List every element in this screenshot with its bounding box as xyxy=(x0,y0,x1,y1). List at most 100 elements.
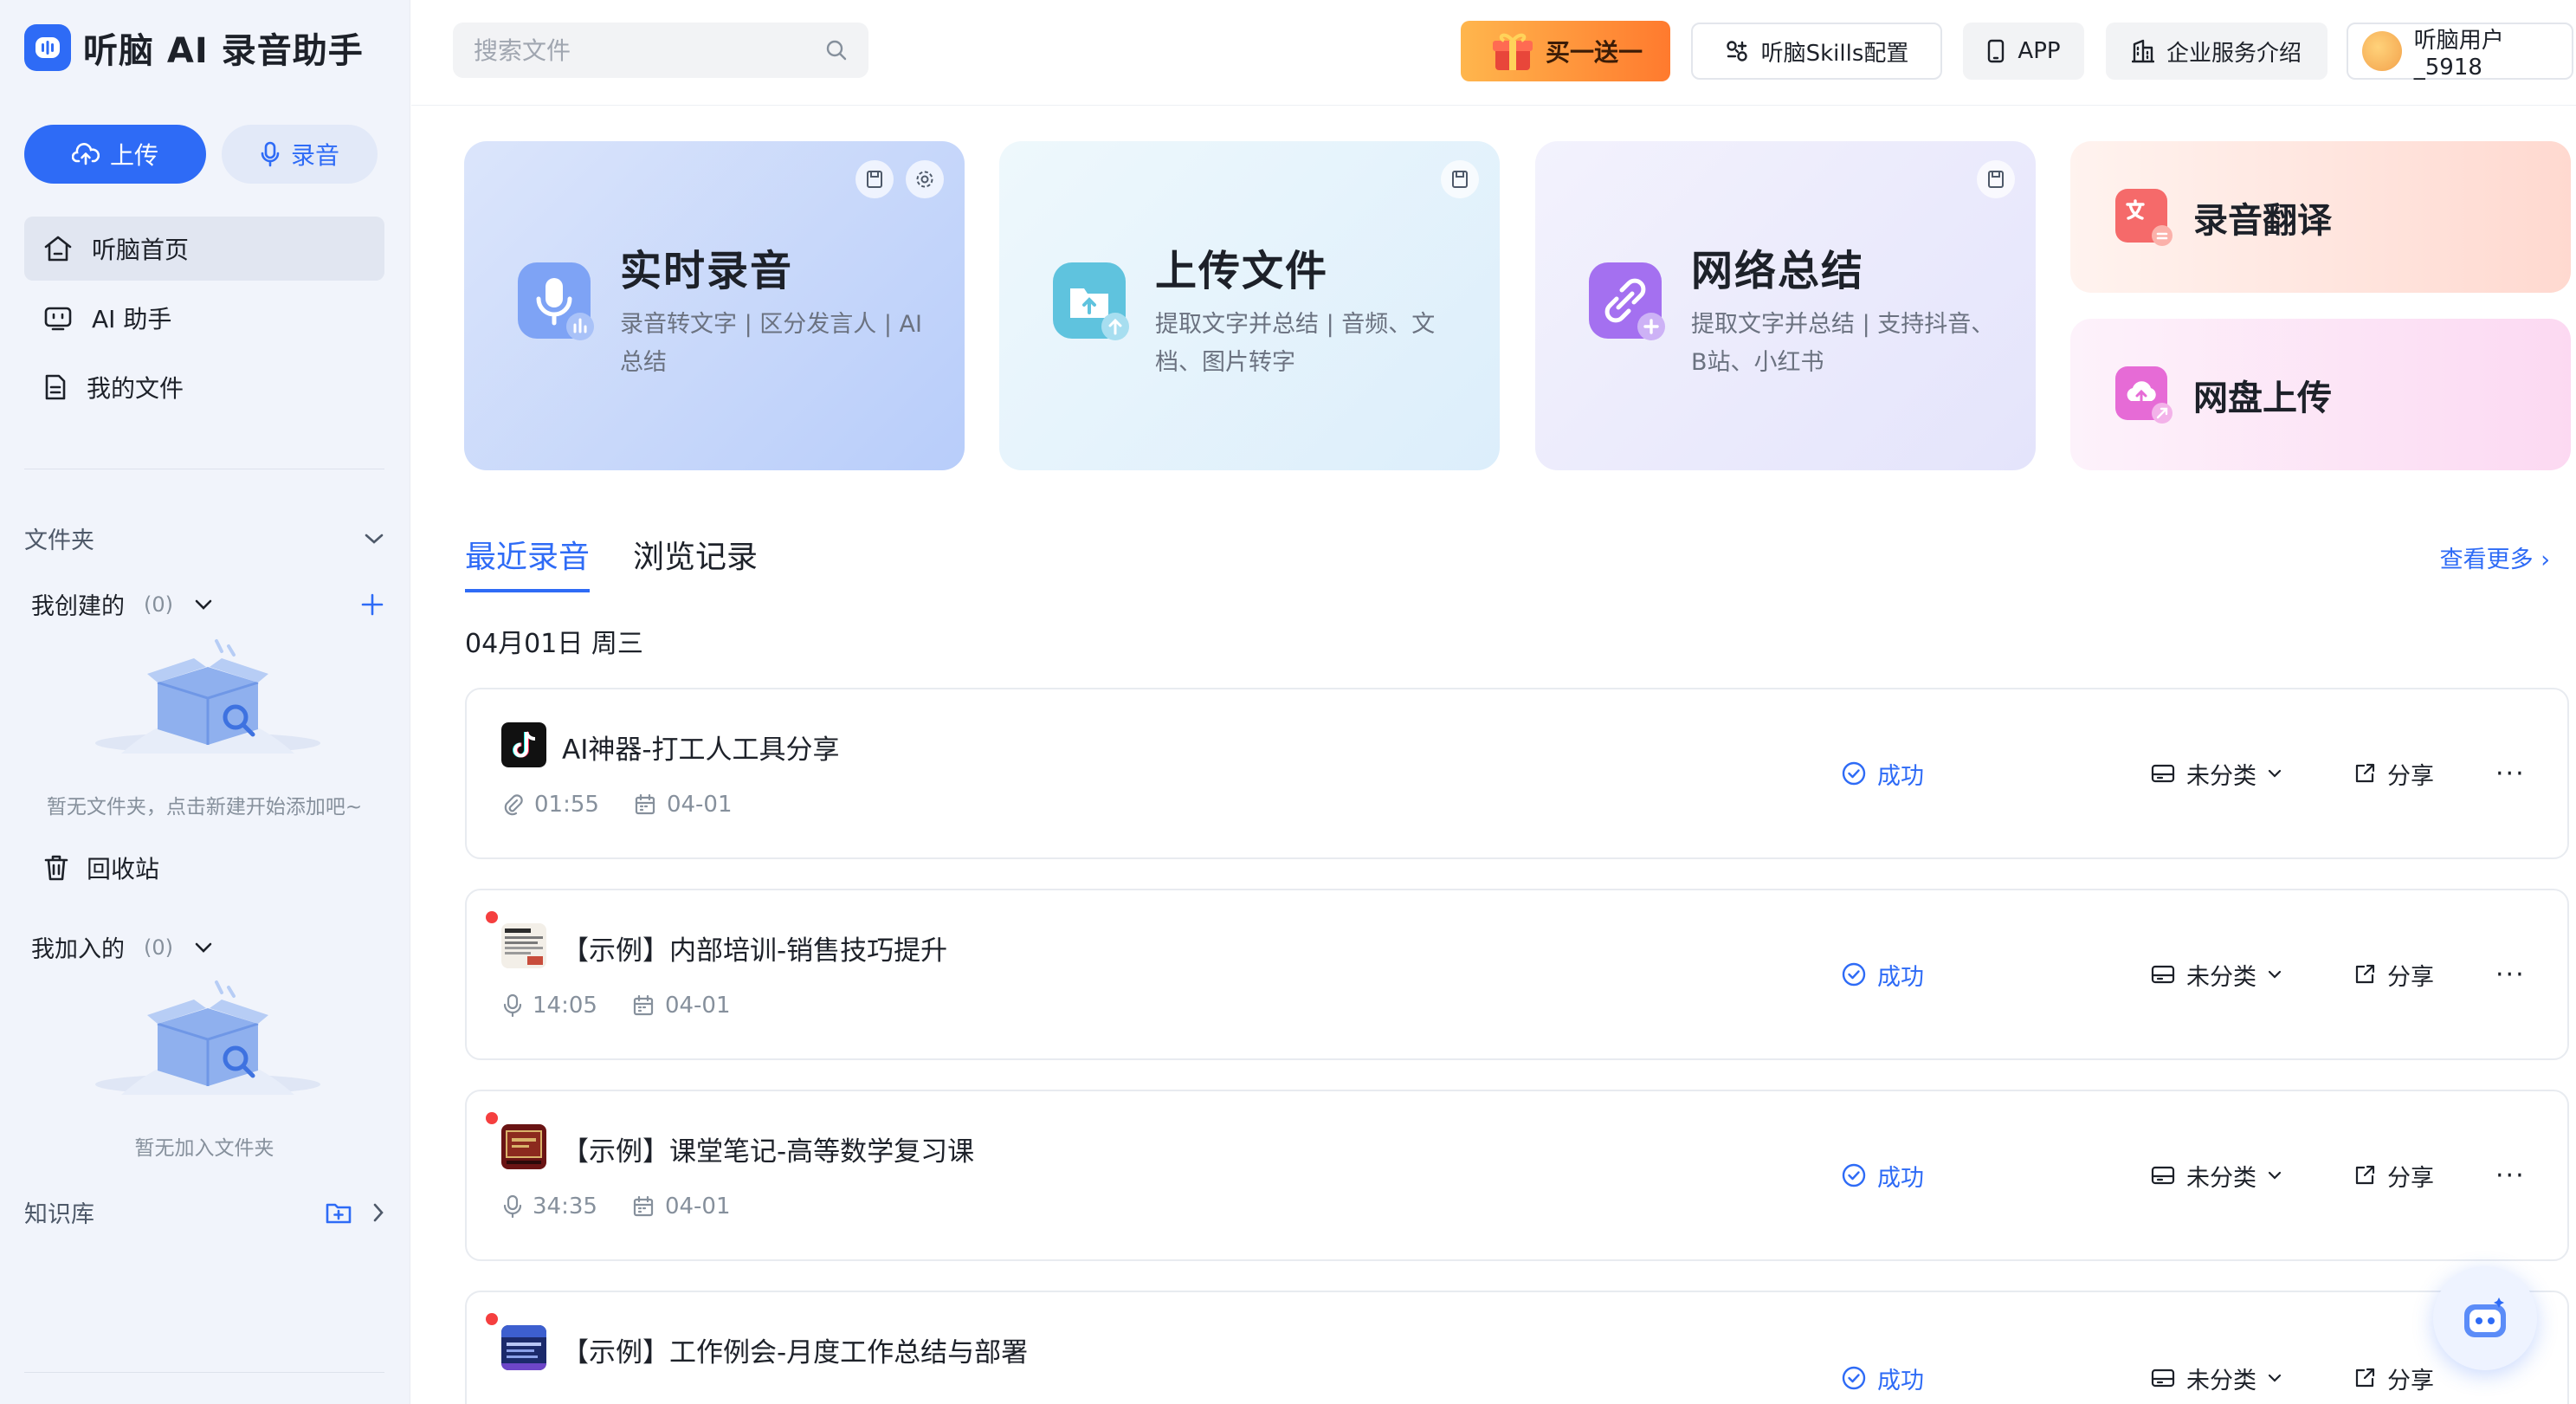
status-text: 成功 xyxy=(1877,1367,1924,1394)
feature-card-upload-file[interactable]: 上传文件 提取文字并总结 | 音频、文档、图片转字 xyxy=(999,141,1500,470)
file-row[interactable]: 【示例】内部培训-销售技巧提升 14:05 04-01 成功 未分类 分享 ··… xyxy=(465,889,2569,1060)
check-circle-icon xyxy=(1842,761,1866,786)
file-row[interactable]: 【示例】课堂笔记-高等数学复习课 34:35 04-01 成功 未分类 分享 ·… xyxy=(465,1090,2569,1261)
sidebar-bottom-divider xyxy=(24,1372,384,1373)
knowledge-base-header[interactable]: 知识库 xyxy=(24,1195,384,1229)
save-icon[interactable] xyxy=(1977,160,2015,198)
sidebar-item-recycle-bin[interactable]: 回收站 xyxy=(43,851,159,885)
category-label: 未分类 xyxy=(2186,963,2256,991)
category-select[interactable]: 未分类 xyxy=(2150,689,2282,857)
file-date: 04-01 xyxy=(664,993,731,1019)
category-label: 未分类 xyxy=(2186,1367,2256,1394)
cloud-upload-icon xyxy=(71,143,100,165)
file-date: 04-01 xyxy=(664,1194,731,1220)
more-icon[interactable]: ··· xyxy=(2495,1091,2526,1259)
link-icon xyxy=(1589,262,1665,340)
feature-card-recording-translation[interactable]: 录音翻译 xyxy=(2070,141,2571,293)
app-logo[interactable]: 听脑 AI 录音助手 xyxy=(24,23,364,73)
card-title: 实时录音 xyxy=(620,247,794,295)
enterprise-service-button[interactable]: 企业服务介绍 xyxy=(2106,23,2327,80)
chevron-down-icon[interactable] xyxy=(194,941,213,954)
check-circle-icon xyxy=(1842,1366,1866,1390)
record-label: 录音 xyxy=(290,141,339,170)
phone-icon xyxy=(1988,39,2005,63)
sidebar-item-my-files[interactable]: 我的文件 xyxy=(24,355,384,419)
chevron-right-icon[interactable] xyxy=(372,1202,384,1223)
gear-icon[interactable] xyxy=(906,160,944,198)
sidebar-item-home[interactable]: 听脑首页 xyxy=(24,217,384,281)
feature-card-netdisk-upload[interactable]: 网盘上传 xyxy=(2070,319,2571,470)
joined-folders-count: (0) xyxy=(144,935,173,960)
category-select[interactable]: 未分类 xyxy=(2150,890,2282,1058)
file-row[interactable]: AI神器-打工人工具分享 01:55 04-01 成功 未分类 分享 ··· xyxy=(465,688,2569,859)
ai-assistant-fab[interactable] xyxy=(2433,1266,2537,1370)
file-row[interactable]: 【示例】工作例会-月度工作总结与部署 成功 未分类 分享 xyxy=(465,1291,2569,1404)
microphone-icon xyxy=(503,1194,522,1219)
chevron-down-icon[interactable] xyxy=(364,533,384,545)
category-select[interactable]: 未分类 xyxy=(2150,1091,2282,1259)
microphone-icon xyxy=(261,141,280,167)
new-folder-icon[interactable] xyxy=(326,1201,352,1224)
category-select[interactable]: 未分类 xyxy=(2150,1292,2282,1404)
share-icon xyxy=(2355,1368,2375,1388)
skills-config-label: 听脑Skills配置 xyxy=(1760,40,1909,67)
file-duration: 14:05 xyxy=(533,993,597,1019)
top-bar: 买一送一 听脑Skills配置 APP 企业服务介绍 xyxy=(411,0,2576,106)
robot-icon xyxy=(2464,1297,2506,1337)
sidebar-nav: 听脑首页 AI 助手 我的文件 xyxy=(24,217,384,424)
date-group-label: 04月01日 周三 xyxy=(465,629,643,659)
share-button[interactable]: 分享 xyxy=(2353,1292,2434,1404)
upload-button[interactable]: 上传 xyxy=(24,125,206,184)
card-description: 提取文字并总结 | 音频、文档、图片转字 xyxy=(1155,311,1436,376)
more-icon[interactable]: ··· xyxy=(2495,890,2526,1058)
tab-recent-recordings[interactable]: 最近录音 xyxy=(465,532,591,592)
share-label: 分享 xyxy=(2387,963,2434,991)
app-download-button[interactable]: APP xyxy=(1963,23,2084,80)
card-title: 网盘上传 xyxy=(2193,378,2332,418)
gift-icon xyxy=(1492,33,1533,70)
created-folders-empty-text: 暂无文件夹，点击新建开始添加吧~ xyxy=(46,796,363,818)
more-icon[interactable]: ··· xyxy=(2495,689,2526,857)
folders-section-header[interactable]: 文件夹 xyxy=(24,521,384,555)
tab-browse-history[interactable]: 浏览记录 xyxy=(633,532,758,592)
file-duration: 01:55 xyxy=(534,792,599,818)
search-icon[interactable] xyxy=(825,39,848,61)
file-name[interactable]: AI神器-打工人工具分享 xyxy=(562,728,840,767)
calendar-icon xyxy=(635,793,655,815)
save-icon[interactable] xyxy=(855,160,894,198)
chevron-down-icon[interactable] xyxy=(194,598,213,611)
share-button[interactable]: 分享 xyxy=(2353,689,2434,857)
joined-folders-label: 我加入的 xyxy=(31,936,125,963)
search-box[interactable] xyxy=(453,23,868,78)
save-icon[interactable] xyxy=(1441,160,1479,198)
feature-card-web-summary[interactable]: 网络总结 提取文字并总结 | 支持抖音、B站、小红书 xyxy=(1535,141,2036,470)
status-badge: 成功 xyxy=(1841,890,1924,1058)
add-folder-icon[interactable] xyxy=(360,592,384,617)
card-tools xyxy=(1441,160,1479,198)
file-name[interactable]: 【示例】内部培训-销售技巧提升 xyxy=(562,928,947,967)
chevron-down-icon xyxy=(2268,1374,2282,1382)
file-name[interactable]: 【示例】课堂笔记-高等数学复习课 xyxy=(562,1129,974,1168)
recent-tabs: 最近录音 浏览记录 xyxy=(465,532,758,592)
search-input[interactable] xyxy=(474,36,803,65)
record-button[interactable]: 录音 xyxy=(222,125,378,184)
upload-folder-icon xyxy=(1053,262,1129,340)
calendar-icon xyxy=(633,994,654,1016)
category-label: 未分类 xyxy=(2186,762,2256,790)
sidebar-item-ai-assistant[interactable]: AI 助手 xyxy=(24,286,384,350)
user-menu[interactable]: 听脑用户_5918 xyxy=(2347,23,2573,81)
promo-banner[interactable]: 买一送一 xyxy=(1461,21,1670,81)
skills-config-button[interactable]: 听脑Skills配置 xyxy=(1691,23,1942,80)
status-text: 成功 xyxy=(1877,963,1924,991)
file-name[interactable]: 【示例】工作例会-月度工作总结与部署 xyxy=(562,1330,1028,1369)
home-icon xyxy=(44,236,72,262)
share-button[interactable]: 分享 xyxy=(2353,1091,2434,1259)
translate-icon xyxy=(2115,188,2172,246)
folder-icon xyxy=(2151,1166,2175,1185)
feature-card-realtime-recording[interactable]: 实时录音 录音转文字 | 区分发言人 | AI总结 xyxy=(464,141,965,470)
skills-icon xyxy=(1726,41,1747,61)
see-more-link[interactable]: 查看更多 › xyxy=(2440,540,2550,574)
share-button[interactable]: 分享 xyxy=(2353,890,2434,1058)
card-description: 提取文字并总结 | 支持抖音、B站、小红书 xyxy=(1691,311,1995,376)
sidebar-item-label: 听脑首页 xyxy=(92,236,190,264)
